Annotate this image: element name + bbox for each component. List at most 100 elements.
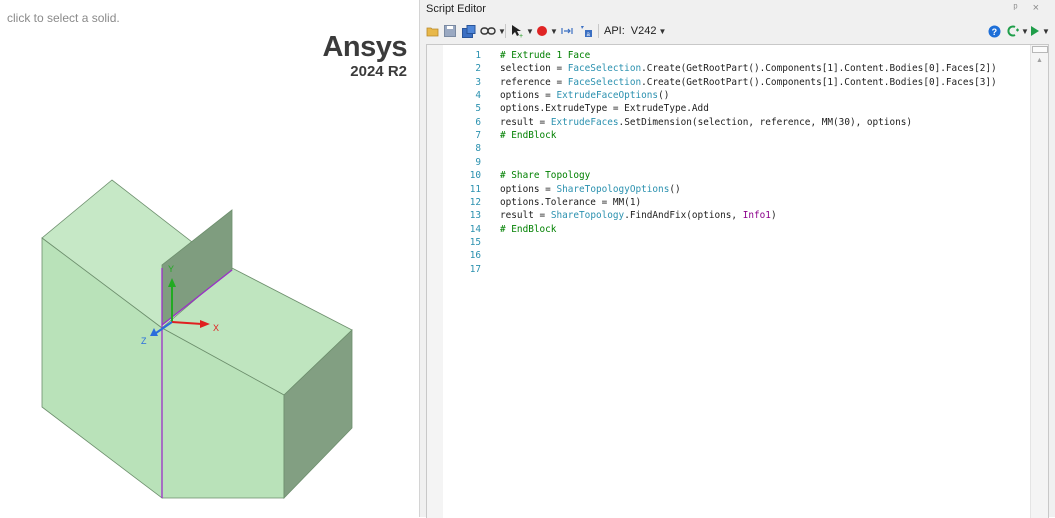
code-line[interactable]: result = ExtrudeFaces.SetDimension(selec…	[500, 116, 912, 129]
run-config-icon	[1007, 25, 1019, 37]
line-number: 17	[469, 263, 481, 275]
code-line[interactable]: # EndBlock	[500, 223, 556, 236]
api-selector[interactable]: API: V242 ▼	[604, 23, 666, 39]
line-number: 13	[469, 210, 481, 222]
code-line[interactable]: options.Tolerance = MM(1)	[500, 196, 641, 209]
line-number: 8	[475, 143, 481, 155]
run-icon	[1031, 26, 1039, 36]
code-token: )	[770, 210, 777, 222]
code-token: options =	[500, 90, 557, 102]
code-line[interactable]: result = ShareTopology.FindAndFix(option…	[500, 209, 777, 222]
scroll-up-arrow-icon[interactable]: ▲	[1036, 57, 1043, 64]
select-tool-icon: +	[512, 25, 523, 38]
code-token: ()	[658, 90, 670, 102]
step-icon	[561, 28, 573, 34]
svg-text:?: ?	[992, 27, 998, 37]
code-line[interactable]: # Share Topology	[500, 169, 590, 182]
save-as-button[interactable]	[462, 23, 476, 39]
code-token: Info1	[742, 210, 771, 222]
script-toolbar: ▼ + ▼ ▼ a API: V242 ▼ ? ▼ ▼	[420, 20, 1055, 42]
code-token: FaceSelection	[567, 76, 642, 88]
code-line[interactable]: # EndBlock	[500, 129, 556, 142]
code-token: .Create(GetRootPart().Components[1].Cont…	[641, 63, 997, 75]
code-line[interactable]: # Extrude 1 Face	[500, 49, 590, 62]
line-number: 12	[469, 196, 481, 208]
line-number: 7	[475, 130, 481, 142]
chevron-down-icon: ▼	[658, 26, 667, 36]
save-icon	[444, 25, 456, 37]
open-icon	[426, 27, 439, 37]
script-editor-titlebar: Script Editor ᵖ ×	[420, 0, 1055, 18]
code-token: options.ExtrudeType = ExtrudeType.Add	[500, 103, 709, 115]
select-tool-dropdown[interactable]: + ▼	[510, 23, 534, 39]
save-as-icon	[462, 24, 476, 38]
line-number: 10	[469, 170, 481, 182]
help-icon: ?	[988, 25, 1001, 37]
code-token: options.Tolerance = MM(1)	[500, 196, 642, 208]
code-token: .Create(GetRootPart().Components[1].Cont…	[641, 76, 997, 88]
code-editor[interactable]: # Extrude 1 Face selection = FaceSelectio…	[426, 44, 1049, 518]
chevron-down-icon: ▼	[526, 26, 534, 36]
api-version-value: V242	[630, 25, 657, 37]
line-number: 5	[475, 103, 481, 115]
code-token: FaceSelection	[567, 63, 642, 75]
line-number: 16	[469, 250, 481, 262]
chevron-down-icon: ▼	[550, 26, 558, 36]
line-number: 3	[475, 76, 481, 88]
line-number: 6	[475, 116, 481, 128]
window-buttons[interactable]: ᵖ ×	[1013, 2, 1045, 14]
code-token: # Share Topology	[500, 170, 591, 182]
toolbar-separator	[505, 24, 506, 38]
code-line[interactable]: options = ShareTopologyOptions()	[500, 183, 681, 196]
model-scene[interactable]: Y X Z	[0, 0, 419, 517]
link-icon	[480, 27, 496, 35]
link-dropdown[interactable]: ▼	[480, 23, 506, 39]
code-token: options =	[500, 183, 557, 195]
script-editor-panel: Script Editor ᵖ × ▼ + ▼ ▼ a API: V242 ▼ …	[420, 0, 1055, 518]
step-button[interactable]	[560, 23, 574, 39]
code-token: .SetDimension(selection, reference, MM(3…	[618, 116, 913, 128]
code-token: selection =	[500, 63, 568, 75]
open-button[interactable]	[426, 23, 440, 39]
code-token: reference =	[500, 76, 568, 88]
run-config-dropdown[interactable]: ▼	[1006, 23, 1029, 39]
graphics-viewport[interactable]: click to select a solid. Ansys 2024 R2 Y…	[0, 0, 420, 517]
toolbar-separator	[598, 24, 599, 38]
line-number: 2	[475, 63, 481, 75]
debug-icon: a	[581, 26, 592, 38]
code-token: ShareTopology	[550, 210, 625, 222]
line-number: 15	[469, 236, 481, 248]
line-number: 14	[469, 223, 481, 235]
run-script-button[interactable]: ▼	[1030, 23, 1050, 39]
record-icon	[537, 26, 547, 36]
line-number: 4	[475, 90, 481, 102]
z-axis-label: Z	[141, 336, 147, 346]
code-token: result =	[500, 210, 551, 222]
code-line[interactable]: selection = FaceSelection.Create(GetRoot…	[500, 62, 997, 75]
chevron-down-icon: ▼	[1042, 26, 1050, 36]
api-label: API:	[604, 25, 625, 37]
script-editor-title: Script Editor	[426, 3, 486, 15]
line-number: 1	[475, 50, 481, 61]
code-token: ExtrudeFaceOptions	[556, 90, 659, 102]
x-axis-label: X	[213, 323, 219, 333]
record-dropdown[interactable]: ▼	[536, 23, 558, 39]
chevron-down-icon: ▼	[1021, 26, 1029, 36]
line-number: 11	[469, 183, 481, 195]
code-token: ()	[669, 183, 681, 195]
code-token: # Extrude 1 Face	[500, 50, 591, 61]
code-token: ExtrudeFaces	[550, 116, 619, 128]
vertical-scrollbar[interactable]: ▲	[1030, 45, 1048, 518]
debug-button[interactable]: a	[579, 23, 593, 39]
code-token: # EndBlock	[500, 130, 557, 142]
code-line[interactable]: options.ExtrudeType = ExtrudeType.Add	[500, 102, 709, 115]
save-button[interactable]	[444, 23, 456, 39]
code-token: ShareTopologyOptions	[556, 183, 670, 195]
breakpoint-margin[interactable]	[427, 45, 443, 518]
code-line[interactable]: options = ExtrudeFaceOptions()	[500, 89, 669, 102]
scrollbar-split-button[interactable]	[1032, 46, 1048, 53]
code-line[interactable]: reference = FaceSelection.Create(GetRoot…	[500, 76, 997, 89]
help-button[interactable]: ?	[988, 23, 1001, 39]
code-token: .FindAndFix(options,	[624, 210, 743, 222]
code-token: result =	[500, 116, 551, 128]
